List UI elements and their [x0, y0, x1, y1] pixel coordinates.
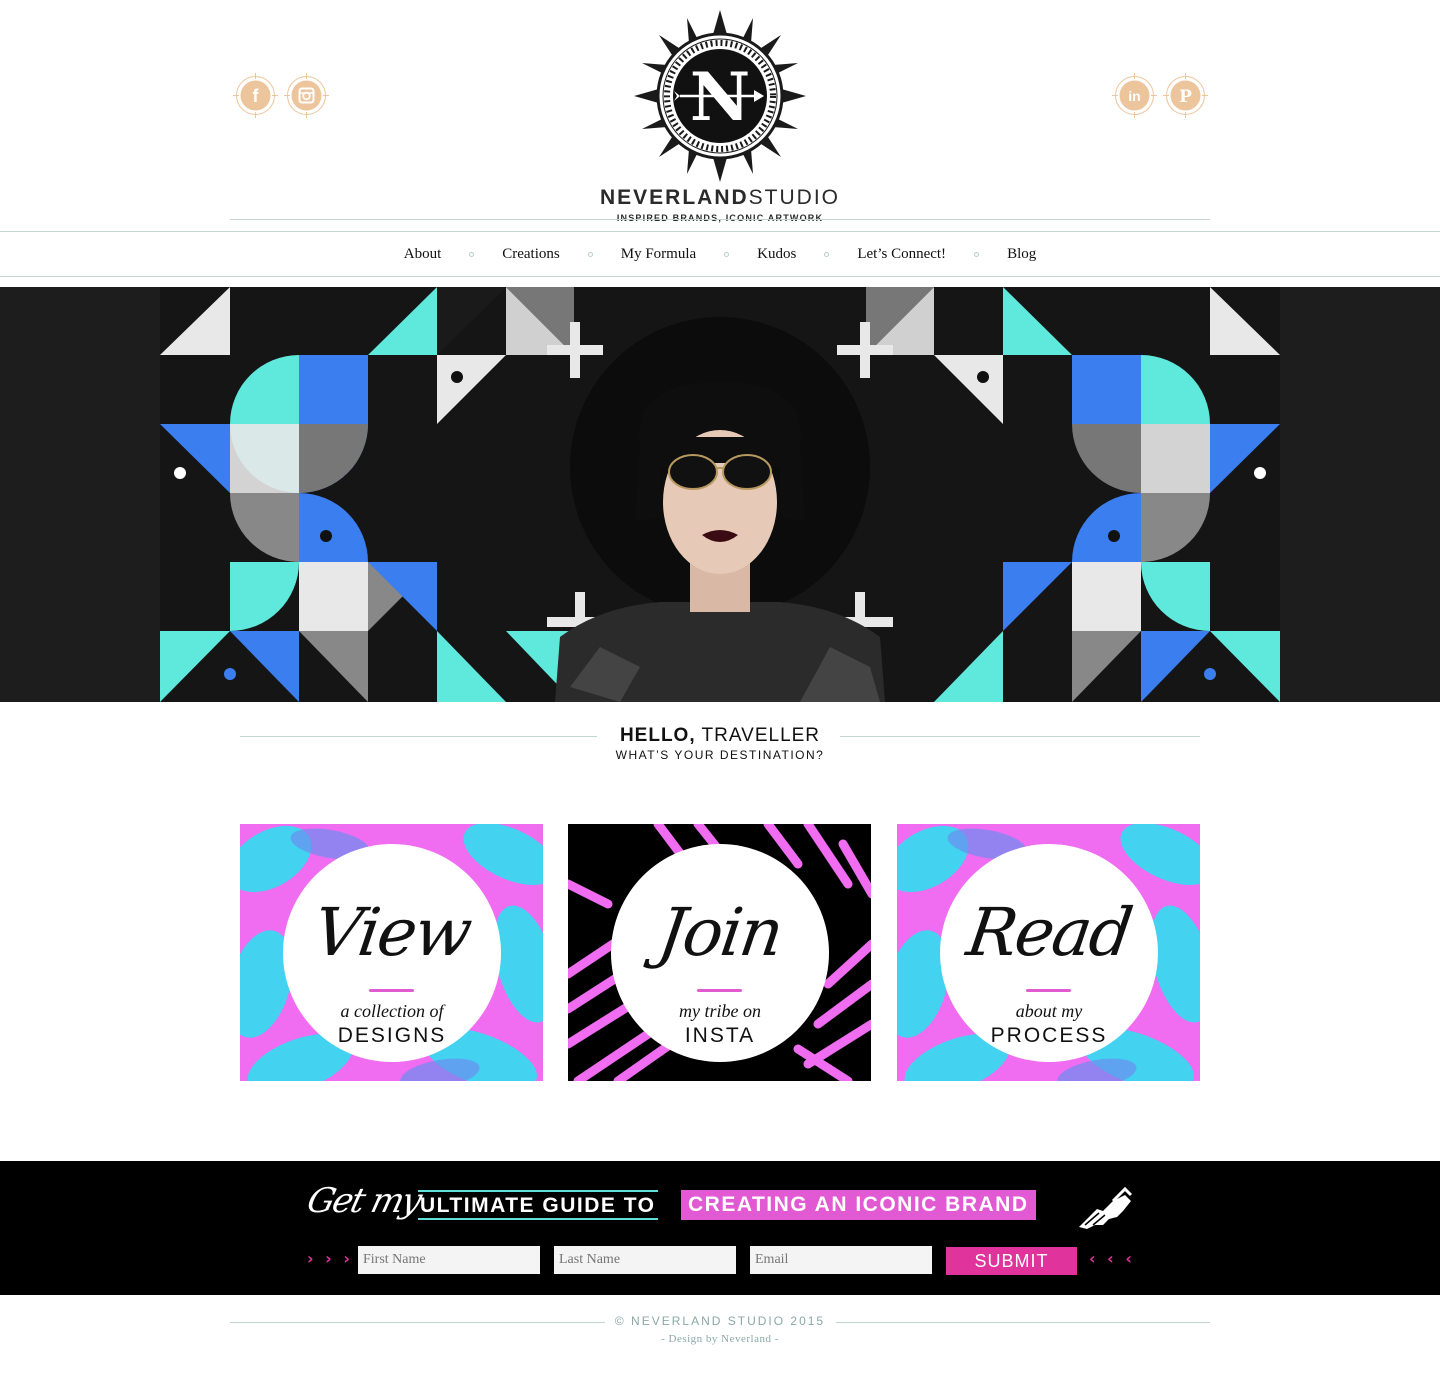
footer-credit[interactable]: - Design by Neverland - [0, 1333, 1440, 1345]
nav-separator [724, 251, 730, 257]
brand-name-light: STUDIO [748, 186, 841, 209]
arrows-left: › › › [307, 1249, 353, 1268]
card-caption: PROCESS [990, 1024, 1108, 1047]
pinterest-button[interactable]: P [1163, 73, 1208, 118]
card-circle: View a collection of DESIGNS [283, 844, 501, 1062]
card-subtitle: about my [1015, 1001, 1083, 1021]
card-script-title: Join [653, 894, 787, 971]
nav-separator [469, 251, 475, 257]
guide-title-part2: CREATING AN ICONIC BRAND [681, 1190, 1036, 1220]
card-divider [697, 989, 742, 992]
card-script-title: View [308, 894, 475, 971]
email-field[interactable] [750, 1246, 932, 1274]
hello-title-bold: HELLO, [619, 725, 696, 746]
submit-button[interactable]: SUBMIT [946, 1247, 1077, 1275]
card-circle: Join my tribe on INSTA [611, 844, 829, 1062]
linkedin-icon: in [1112, 73, 1157, 118]
instagram-button[interactable] [284, 73, 329, 118]
hero-banner [0, 287, 1440, 702]
card-read-process[interactable]: Read about my PROCESS [897, 824, 1200, 1081]
hero-artwork [0, 287, 1440, 702]
newsletter-signup: Get my ULTIMATE GUIDE TO CREATING AN ICO… [0, 1161, 1440, 1295]
card-caption: DESIGNS [337, 1024, 447, 1047]
card-caption: INSTA [684, 1024, 756, 1047]
nav-separator [824, 251, 830, 257]
nav-item-kudos[interactable]: Kudos [753, 246, 800, 263]
svg-text:in: in [1128, 88, 1140, 104]
compass-logo-icon: N [634, 10, 806, 182]
first-name-field[interactable] [358, 1246, 540, 1274]
nav-item-blog[interactable]: Blog [1003, 246, 1040, 263]
site-logo[interactable]: N [632, 8, 808, 184]
facebook-icon: f [233, 73, 278, 118]
pointing-hand-icon [1079, 1186, 1133, 1229]
header-divider [230, 219, 1210, 220]
last-name-field[interactable] [554, 1246, 736, 1274]
card-subtitle: a collection of [340, 1001, 444, 1021]
card-divider [1026, 989, 1071, 992]
arrows-right: ‹ ‹ ‹ [1089, 1249, 1135, 1268]
card-subtitle: my tribe on [679, 1001, 761, 1021]
nav-item-creations[interactable]: Creations [498, 246, 564, 263]
brand-name: NEVERLANDSTUDIO [0, 186, 1440, 210]
social-links-right: in P [1112, 73, 1208, 118]
hello-title-light: TRAVELLER [695, 725, 821, 746]
instagram-icon [284, 73, 329, 118]
card-circle: Read about my PROCESS [940, 844, 1158, 1062]
card-script-title: Read [962, 894, 1136, 971]
svg-text:f: f [253, 86, 260, 106]
brand-name-bold: NEVERLAND [599, 186, 749, 209]
linkedin-button[interactable]: in [1112, 73, 1157, 118]
social-links-left: f [233, 73, 329, 118]
hello-subtitle: WHAT’S YOUR DESTINATION? [615, 748, 825, 762]
hello-section: HELLO, TRAVELLER WHAT’S YOUR DESTINATION… [0, 725, 1440, 762]
card-divider [369, 989, 414, 992]
footer-copyright: © NEVERLAND STUDIO 2015 [614, 1314, 826, 1328]
nav-item-my-formula[interactable]: My Formula [617, 246, 700, 263]
card-view-designs[interactable]: View a collection of DESIGNS [240, 824, 543, 1081]
card-join-insta[interactable]: Join my tribe on INSTA [568, 824, 871, 1081]
main-navigation: About Creations My Formula Kudos Let’s C… [0, 232, 1440, 276]
brand-tagline: INSPIRED BRANDS, ICONIC ARTWORK [616, 213, 824, 223]
site-header: f in P N NEVERLANDSTUDIO INSPIRED BRANDS… [0, 0, 1440, 288]
nav-bottom-rule [0, 276, 1440, 277]
svg-text:P: P [1179, 87, 1192, 107]
pinterest-icon: P [1163, 73, 1208, 118]
hello-title: HELLO, TRAVELLER [0, 725, 1440, 747]
nav-separator [587, 251, 593, 257]
facebook-button[interactable]: f [233, 73, 278, 118]
nav-item-about[interactable]: About [400, 246, 446, 263]
nav-separator [974, 251, 980, 257]
get-my-script: Get my [303, 1181, 425, 1221]
nav-item-lets-connect[interactable]: Let’s Connect! [853, 246, 950, 263]
guide-title-part1: ULTIMATE GUIDE TO [418, 1190, 658, 1220]
